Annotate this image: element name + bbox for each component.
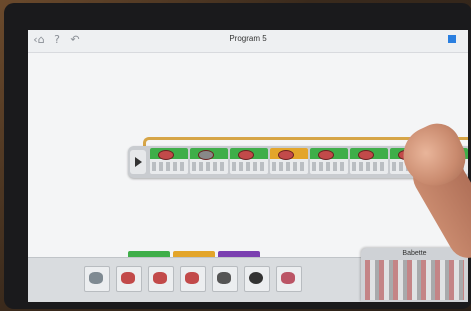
move-tank-icon	[185, 272, 199, 284]
motor-icon	[358, 150, 374, 160]
palette-item[interactable]	[212, 266, 238, 292]
motor-icon	[89, 272, 103, 284]
motor-icon	[238, 150, 254, 160]
variables-panel[interactable]: Babette	[361, 248, 468, 302]
program-block[interactable]	[270, 148, 308, 174]
program-block[interactable]	[150, 148, 188, 174]
program-block[interactable]	[230, 148, 268, 174]
block-params[interactable]	[312, 162, 346, 171]
stop-button[interactable]	[448, 35, 456, 43]
program-title: Program 5	[229, 34, 267, 43]
start-block[interactable]	[130, 150, 146, 174]
palette-item[interactable]	[84, 266, 110, 292]
block-params[interactable]	[232, 162, 266, 171]
motor-icon	[158, 150, 174, 160]
block-params[interactable]	[192, 162, 226, 171]
palette-item[interactable]	[276, 266, 302, 292]
large-motor-icon	[198, 150, 214, 160]
programming-canvas[interactable]: ⤢	[28, 53, 468, 270]
palette-item[interactable]	[148, 266, 174, 292]
top-bar: ‹⌂ ? ↶ Program 5	[28, 30, 468, 53]
program-block[interactable]	[190, 148, 228, 174]
block-params[interactable]	[152, 162, 186, 171]
palette-item[interactable]	[116, 266, 142, 292]
block-params[interactable]	[352, 162, 386, 171]
variables-title: Babette	[402, 250, 427, 257]
program-block[interactable]	[350, 148, 388, 174]
app-screen: ‹⌂ ? ↶ Program 5 ⤢	[28, 30, 468, 302]
block-params[interactable]	[272, 162, 306, 171]
motor-icon	[278, 150, 294, 160]
variables-grid[interactable]	[365, 260, 464, 300]
motor-icon	[318, 150, 334, 160]
large-motor-icon	[121, 272, 135, 284]
palette-item[interactable]	[244, 266, 270, 292]
brick-light-icon	[281, 272, 295, 284]
display-icon	[217, 272, 231, 284]
move-steering-icon	[153, 272, 167, 284]
program-block[interactable]	[310, 148, 348, 174]
tablet-frame: ‹⌂ ? ↶ Program 5 ⤢	[4, 3, 471, 309]
palette-item[interactable]	[180, 266, 206, 292]
sound-icon	[249, 272, 263, 284]
play-icon	[135, 157, 142, 167]
